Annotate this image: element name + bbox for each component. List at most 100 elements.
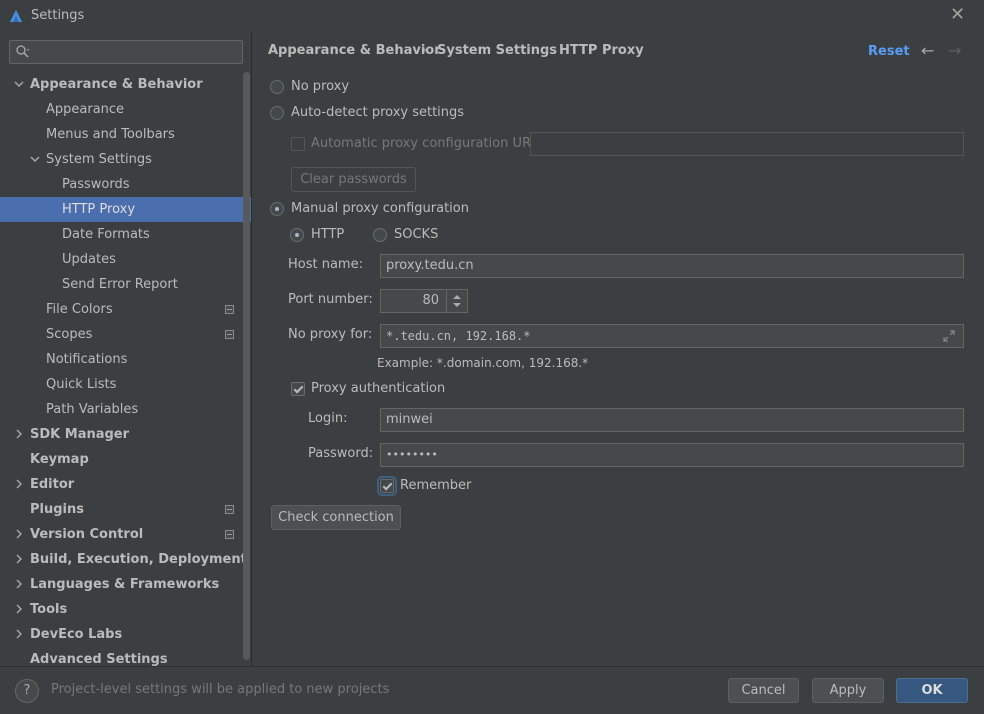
sidebar-item-tools[interactable]: Tools [0,597,251,622]
sidebar-item-label: File Colors [46,302,113,317]
expand-icon[interactable] [943,330,955,342]
project-level-icon [225,530,234,539]
ok-button[interactable]: OK [896,678,968,703]
reset-link[interactable]: Reset [868,44,910,59]
sidebar-item-passwords[interactable]: Passwords [0,172,251,197]
sidebar-item-label: Scopes [46,327,93,342]
sidebar-item-scopes[interactable]: Scopes [0,322,251,347]
no-proxy-for-label: No proxy for: [288,327,373,342]
help-icon[interactable]: ? [15,679,39,703]
sidebar-item-label: Languages & Frameworks [30,577,220,592]
sidebar-item-label: Tools [30,602,68,617]
auto-config-url-label: Automatic proxy configuration URL: [311,136,543,151]
sidebar-item-quick-lists[interactable]: Quick Lists [0,372,251,397]
http-label[interactable]: HTTP [311,227,344,242]
proxy-authentication-checkbox[interactable] [291,382,305,396]
chevron-right-icon[interactable] [14,429,24,439]
sidebar-item-label: Editor [30,477,75,492]
cancel-button[interactable]: Cancel [728,678,799,703]
sidebar-item-date-formats[interactable]: Date Formats [0,222,251,247]
check-connection-button[interactable]: Check connection [271,505,401,530]
manual-proxy-label[interactable]: Manual proxy configuration [291,201,469,216]
sidebar-item-label: HTTP Proxy [62,202,136,217]
clear-passwords-button: Clear passwords [291,167,416,192]
chevron-right-icon[interactable] [14,479,24,489]
sidebar-item-notifications[interactable]: Notifications [0,347,251,372]
chevron-right-icon[interactable] [14,529,24,539]
sidebar-item-menus-and-toolbars[interactable]: Menus and Toolbars [0,122,251,147]
chevron-right-icon[interactable] [14,604,24,614]
breadcrumb-item-system-settings[interactable]: System Settings [437,43,557,58]
sidebar-scrollbar[interactable] [243,72,250,660]
auto-config-url-input [530,132,964,156]
sidebar-item-appearance-behavior[interactable]: Appearance & Behavior [0,72,251,97]
chevron-right-icon[interactable] [14,629,24,639]
breadcrumb-item-appearance[interactable]: Appearance & Behavior [268,43,441,58]
chevron-down-icon[interactable] [30,154,40,164]
sidebar-item-appearance[interactable]: Appearance [0,97,251,122]
breadcrumb-item-http-proxy: HTTP Proxy [559,43,644,58]
auto-detect-label[interactable]: Auto-detect proxy settings [291,105,464,120]
socks-radio[interactable] [373,228,387,242]
sidebar-item-advanced-settings[interactable]: Advanced Settings [0,647,251,666]
port-spinner[interactable] [446,290,467,312]
manual-proxy-radio[interactable] [270,202,284,216]
sidebar-item-label: Send Error Report [62,277,178,292]
socks-label[interactable]: SOCKS [394,227,438,242]
footer-hint: Project-level settings will be applied t… [51,682,390,697]
no-proxy-for-input[interactable]: *.tedu.cn, 192.168.* [380,324,964,348]
sidebar-item-keymap[interactable]: Keymap [0,447,251,472]
auto-detect-radio[interactable] [270,106,284,120]
chevron-right-icon[interactable] [14,554,24,564]
sidebar-item-label: Appearance [46,102,125,117]
no-proxy-radio[interactable] [270,80,284,94]
sidebar-item-sdk-manager[interactable]: SDK Manager [0,422,251,447]
host-name-input[interactable]: proxy.tedu.cn [380,254,964,278]
sidebar-item-system-settings[interactable]: System Settings [0,147,251,172]
sidebar-item-version-control[interactable]: Version Control [0,522,251,547]
sidebar-item-label: Notifications [46,352,128,367]
sidebar-item-label: Quick Lists [46,377,117,392]
auto-config-url-checkbox [291,137,305,151]
remember-label[interactable]: Remember [400,478,471,493]
sidebar-item-label: Plugins [30,502,84,517]
remember-checkbox[interactable] [377,476,397,496]
no-proxy-example: Example: *.domain.com, 192.168.* [377,356,589,370]
breadcrumb-separator: › [422,43,428,58]
project-level-icon [225,505,234,514]
sidebar-item-label: Version Control [30,527,144,542]
sidebar-item-editor[interactable]: Editor [0,472,251,497]
sidebar-item-label: Path Variables [46,402,139,417]
http-radio[interactable] [290,228,304,242]
close-icon[interactable]: ✕ [950,5,968,25]
sidebar-item-updates[interactable]: Updates [0,247,251,272]
chevron-down-icon[interactable] [14,79,24,89]
sidebar-item-http-proxy[interactable]: HTTP Proxy [0,197,251,222]
proxy-authentication-label[interactable]: Proxy authentication [311,381,445,396]
breadcrumb: Appearance & Behavior › System Settings … [268,32,768,72]
sidebar-item-send-error-report[interactable]: Send Error Report [0,272,251,297]
no-proxy-label[interactable]: No proxy [291,79,349,94]
sidebar-item-label: Menus and Toolbars [46,127,175,142]
sidebar-item-file-colors[interactable]: File Colors [0,297,251,322]
sidebar-item-build-execution-deployment[interactable]: Build, Execution, Deployment [0,547,251,572]
sidebar-item-label: Updates [62,252,116,267]
login-input[interactable]: minwei [380,408,964,432]
sidebar-item-languages-frameworks[interactable]: Languages & Frameworks [0,572,251,597]
sidebar-item-label: DevEco Labs [30,627,123,642]
sidebar-item-label: Keymap [30,452,89,467]
password-label: Password: [308,446,374,461]
login-label: Login: [308,411,348,426]
apply-button[interactable]: Apply [812,678,884,703]
port-number-label: Port number: [288,292,373,307]
arrow-left-icon[interactable]: ← [921,41,934,60]
sidebar-item-deveco-labs[interactable]: DevEco Labs [0,622,251,647]
sidebar-item-plugins[interactable]: Plugins [0,497,251,522]
window-title: Settings [31,8,85,23]
sidebar-item-label: SDK Manager [30,427,130,442]
sidebar-item-path-variables[interactable]: Path Variables [0,397,251,422]
password-input[interactable]: •••••••• [380,443,964,467]
search-input[interactable] [9,40,243,64]
sidebar-item-label: System Settings [46,152,152,167]
chevron-right-icon[interactable] [14,579,24,589]
